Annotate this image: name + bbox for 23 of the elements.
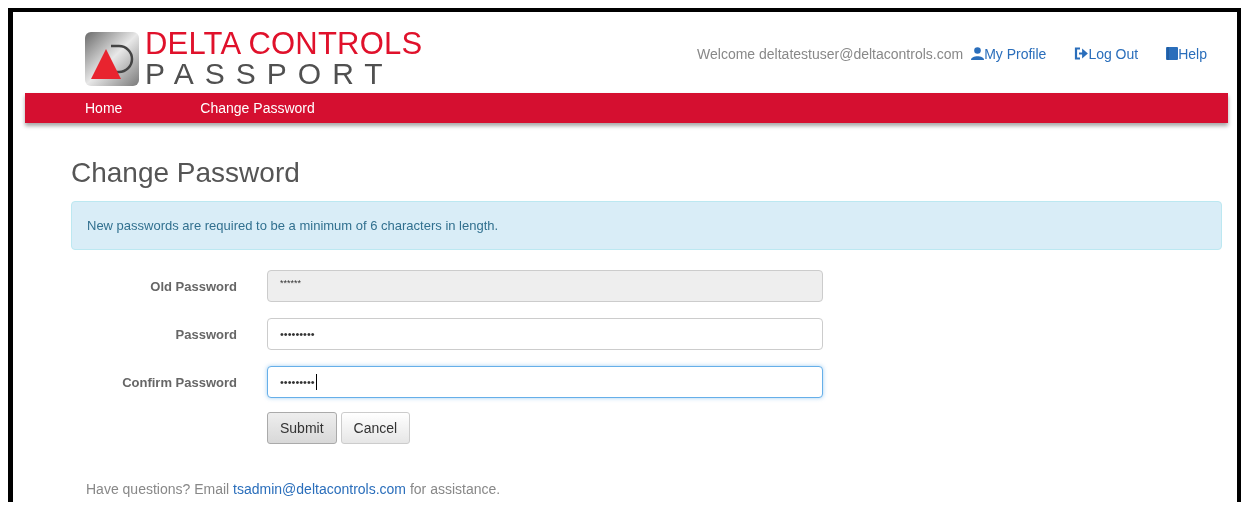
nav-link[interactable]: Change Password — [200, 100, 315, 116]
password-field[interactable]: ••••••••• — [267, 318, 823, 350]
user-icon — [971, 47, 985, 60]
field-label: Confirm Password — [121, 374, 237, 390]
welcome-text: Welcome deltatestuser@deltacontrols.com — [697, 45, 964, 62]
info-alert: New passwords are required to be a minimum of 6 characters in length. — [71, 201, 1222, 250]
field-label: Password — [174, 326, 237, 342]
book-icon — [1166, 47, 1179, 60]
logo-icon — [85, 31, 139, 86]
cancel-button[interactable]: Cancel — [340, 412, 411, 444]
email-link[interactable]: tsadmin@deltacontrols.com — [233, 481, 407, 497]
logout-icon — [1074, 47, 1089, 60]
nav-link[interactable]: Home — [85, 100, 123, 116]
submit-button[interactable]: Submit — [267, 412, 337, 444]
product-name: PASSPORT — [145, 59, 395, 89]
header-link[interactable]: Help — [1166, 45, 1207, 62]
header-link[interactable]: Log Out — [1074, 45, 1139, 62]
help-text: Have questions? Email tsadmin@deltacontrols.com for assistance. — [86, 481, 502, 497]
brand-name: DELTA CONTROLS — [145, 28, 423, 59]
field-label: Old Password — [149, 278, 237, 294]
password-field[interactable]: ••••••••• — [267, 366, 823, 398]
page-title: Change Password — [71, 157, 301, 189]
header-link[interactable]: My Profile — [971, 45, 1047, 62]
